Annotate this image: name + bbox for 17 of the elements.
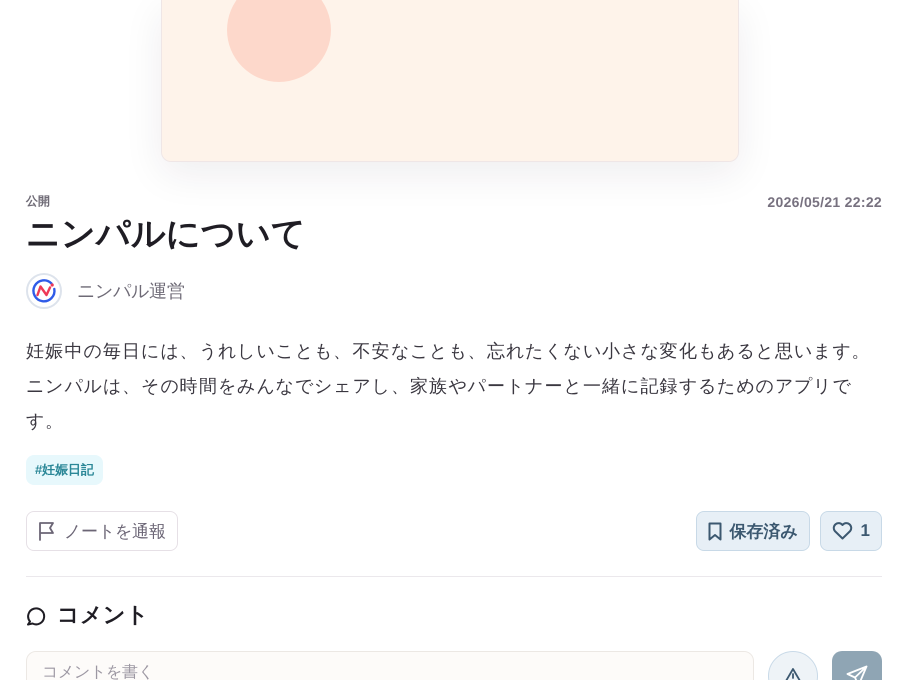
- warning-icon: [783, 667, 803, 680]
- post-body: 妊娠中の毎日には、うれしいことも、不安なことも、忘れたくない小さな変化もあると思います。ニンパルは、その時間をみんなでシェアし、家族やパートナーと一緒に記録するためのアプリです。: [26, 340, 872, 433]
- like-button[interactable]: 1: [820, 511, 882, 551]
- saved-button[interactable]: 保存済み: [696, 511, 810, 551]
- comment-input[interactable]: コメントを書く: [26, 651, 754, 680]
- comments-heading: コメント: [57, 601, 149, 629]
- chat-bubble-icon: [26, 604, 47, 626]
- visibility-label: 公開: [26, 193, 50, 210]
- post-title: ニンパルについて: [26, 214, 307, 254]
- bookmark-icon: [708, 522, 722, 540]
- heart-icon: [832, 522, 853, 540]
- flag-icon: [38, 521, 56, 541]
- hashtag-link[interactable]: #妊娠日記: [26, 455, 104, 485]
- logo-icon: [26, 273, 62, 309]
- author-name[interactable]: ニンパル運営: [77, 279, 185, 303]
- post-date: 2026/05/21 22:22: [767, 194, 882, 210]
- report-button[interactable]: ノートを通報: [26, 511, 178, 551]
